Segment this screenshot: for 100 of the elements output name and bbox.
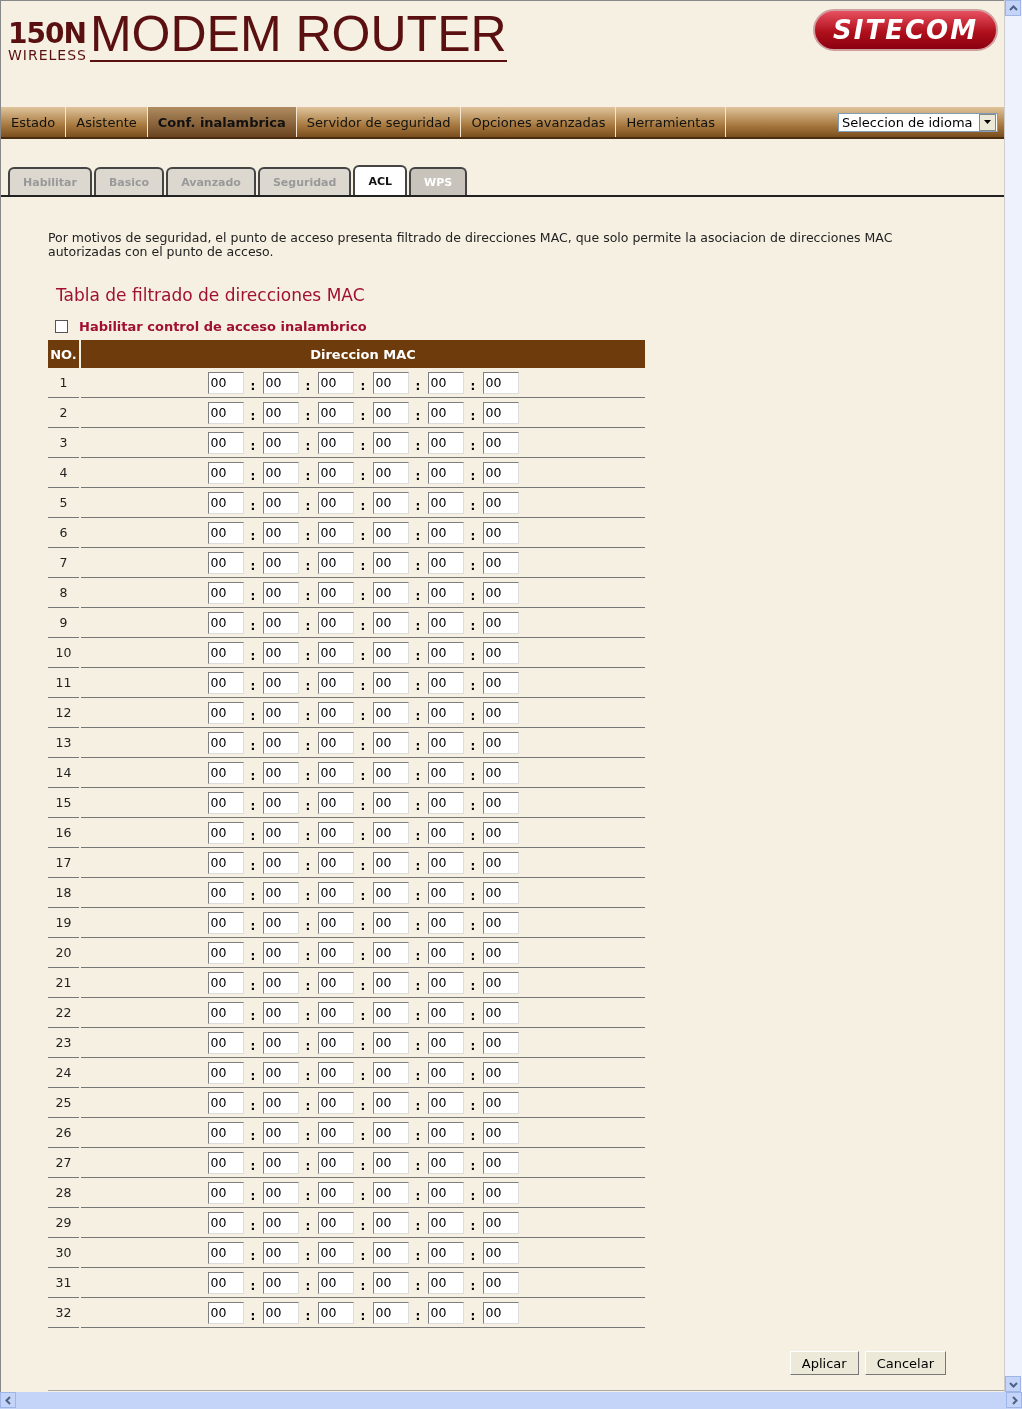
mac-octet-field[interactable]: 00 <box>427 971 464 994</box>
mac-octet-field[interactable]: 00 <box>482 1241 519 1264</box>
mac-octet-field[interactable]: 00 <box>427 581 464 604</box>
apply-button[interactable]: Aplicar <box>789 1351 859 1375</box>
mac-octet-field[interactable]: 00 <box>317 641 354 664</box>
mac-octet-field[interactable]: 00 <box>317 1181 354 1204</box>
mac-octet-field[interactable]: 00 <box>317 551 354 574</box>
mac-octet-field[interactable]: 00 <box>207 1121 244 1144</box>
mac-octet-field[interactable]: 00 <box>372 971 409 994</box>
mac-octet-field[interactable]: 00 <box>262 1271 299 1294</box>
mac-octet-field[interactable]: 00 <box>317 1091 354 1114</box>
mac-octet-field[interactable]: 00 <box>427 491 464 514</box>
mac-octet-field[interactable]: 00 <box>427 911 464 934</box>
mac-octet-field[interactable]: 00 <box>262 1301 299 1324</box>
mac-octet-field[interactable]: 00 <box>372 941 409 964</box>
mac-octet-field[interactable]: 00 <box>372 851 409 874</box>
mac-octet-field[interactable]: 00 <box>482 581 519 604</box>
mac-octet-field[interactable]: 00 <box>427 1001 464 1024</box>
mac-octet-field[interactable]: 00 <box>427 611 464 634</box>
mac-octet-field[interactable]: 00 <box>372 911 409 934</box>
mac-octet-field[interactable]: 00 <box>317 881 354 904</box>
mac-octet-field[interactable]: 00 <box>317 941 354 964</box>
mac-octet-field[interactable]: 00 <box>207 1211 244 1234</box>
mac-octet-field[interactable]: 00 <box>317 401 354 424</box>
mac-octet-field[interactable]: 00 <box>427 1271 464 1294</box>
nav-tab[interactable]: Conf. inalambrica <box>147 107 297 137</box>
mac-octet-field[interactable]: 00 <box>207 1061 244 1084</box>
mac-octet-field[interactable]: 00 <box>317 1301 354 1324</box>
mac-octet-field[interactable]: 00 <box>317 1001 354 1024</box>
mac-octet-field[interactable]: 00 <box>482 791 519 814</box>
mac-octet-field[interactable]: 00 <box>427 1151 464 1174</box>
mac-octet-field[interactable]: 00 <box>482 701 519 724</box>
mac-octet-field[interactable]: 00 <box>317 911 354 934</box>
mac-octet-field[interactable]: 00 <box>207 1031 244 1054</box>
mac-octet-field[interactable]: 00 <box>372 671 409 694</box>
mac-octet-field[interactable]: 00 <box>207 1091 244 1114</box>
mac-octet-field[interactable]: 00 <box>372 521 409 544</box>
mac-octet-field[interactable]: 00 <box>207 611 244 634</box>
mac-octet-field[interactable]: 00 <box>262 1241 299 1264</box>
mac-octet-field[interactable]: 00 <box>207 491 244 514</box>
mac-octet-field[interactable]: 00 <box>372 551 409 574</box>
mac-octet-field[interactable]: 00 <box>207 1271 244 1294</box>
mac-octet-field[interactable]: 00 <box>427 731 464 754</box>
mac-octet-field[interactable]: 00 <box>262 1091 299 1114</box>
mac-octet-field[interactable]: 00 <box>317 491 354 514</box>
mac-octet-field[interactable]: 00 <box>427 1061 464 1084</box>
mac-octet-field[interactable]: 00 <box>372 1301 409 1324</box>
mac-octet-field[interactable]: 00 <box>482 521 519 544</box>
mac-octet-field[interactable]: 00 <box>427 1181 464 1204</box>
mac-octet-field[interactable]: 00 <box>262 851 299 874</box>
nav-tab[interactable]: Estado <box>1 107 67 137</box>
mac-octet-field[interactable]: 00 <box>262 1181 299 1204</box>
mac-octet-field[interactable]: 00 <box>262 371 299 394</box>
mac-octet-field[interactable]: 00 <box>262 1151 299 1174</box>
mac-octet-field[interactable]: 00 <box>427 461 464 484</box>
mac-octet-field[interactable]: 00 <box>427 1031 464 1054</box>
mac-octet-field[interactable]: 00 <box>427 551 464 574</box>
mac-octet-field[interactable]: 00 <box>482 461 519 484</box>
mac-octet-field[interactable]: 00 <box>427 1121 464 1144</box>
mac-octet-field[interactable]: 00 <box>427 371 464 394</box>
mac-octet-field[interactable]: 00 <box>207 1301 244 1324</box>
mac-octet-field[interactable]: 00 <box>372 701 409 724</box>
mac-octet-field[interactable]: 00 <box>372 371 409 394</box>
mac-octet-field[interactable]: 00 <box>372 791 409 814</box>
mac-octet-field[interactable]: 00 <box>207 1241 244 1264</box>
mac-octet-field[interactable]: 00 <box>372 1001 409 1024</box>
mac-octet-field[interactable]: 00 <box>482 1031 519 1054</box>
mac-octet-field[interactable]: 00 <box>427 431 464 454</box>
mac-octet-field[interactable]: 00 <box>262 821 299 844</box>
mac-octet-field[interactable]: 00 <box>317 371 354 394</box>
mac-octet-field[interactable]: 00 <box>482 1091 519 1114</box>
mac-octet-field[interactable]: 00 <box>482 911 519 934</box>
mac-octet-field[interactable]: 00 <box>317 731 354 754</box>
mac-octet-field[interactable]: 00 <box>262 401 299 424</box>
mac-octet-field[interactable]: 00 <box>427 641 464 664</box>
mac-octet-field[interactable]: 00 <box>482 431 519 454</box>
mac-octet-field[interactable]: 00 <box>317 1241 354 1264</box>
mac-octet-field[interactable]: 00 <box>372 1121 409 1144</box>
mac-octet-field[interactable]: 00 <box>317 431 354 454</box>
mac-octet-field[interactable]: 00 <box>262 431 299 454</box>
nav-tab[interactable]: Servidor de seguridad <box>296 107 462 137</box>
mac-octet-field[interactable]: 00 <box>262 1001 299 1024</box>
language-select[interactable]: Seleccion de idioma <box>838 112 998 132</box>
nav-tab[interactable]: Asistente <box>66 107 148 137</box>
mac-octet-field[interactable]: 00 <box>372 1271 409 1294</box>
mac-octet-field[interactable]: 00 <box>317 701 354 724</box>
mac-octet-field[interactable]: 00 <box>317 1121 354 1144</box>
mac-octet-field[interactable]: 00 <box>262 971 299 994</box>
mac-octet-field[interactable]: 00 <box>262 1121 299 1144</box>
mac-octet-field[interactable]: 00 <box>317 1031 354 1054</box>
mac-octet-field[interactable]: 00 <box>372 581 409 604</box>
mac-octet-field[interactable]: 00 <box>482 671 519 694</box>
mac-octet-field[interactable]: 00 <box>207 701 244 724</box>
mac-octet-field[interactable]: 00 <box>207 851 244 874</box>
mac-octet-field[interactable]: 00 <box>207 941 244 964</box>
mac-octet-field[interactable]: 00 <box>482 1211 519 1234</box>
mac-octet-field[interactable]: 00 <box>427 1091 464 1114</box>
mac-octet-field[interactable]: 00 <box>262 1031 299 1054</box>
mac-octet-field[interactable]: 00 <box>482 1181 519 1204</box>
mac-octet-field[interactable]: 00 <box>207 911 244 934</box>
